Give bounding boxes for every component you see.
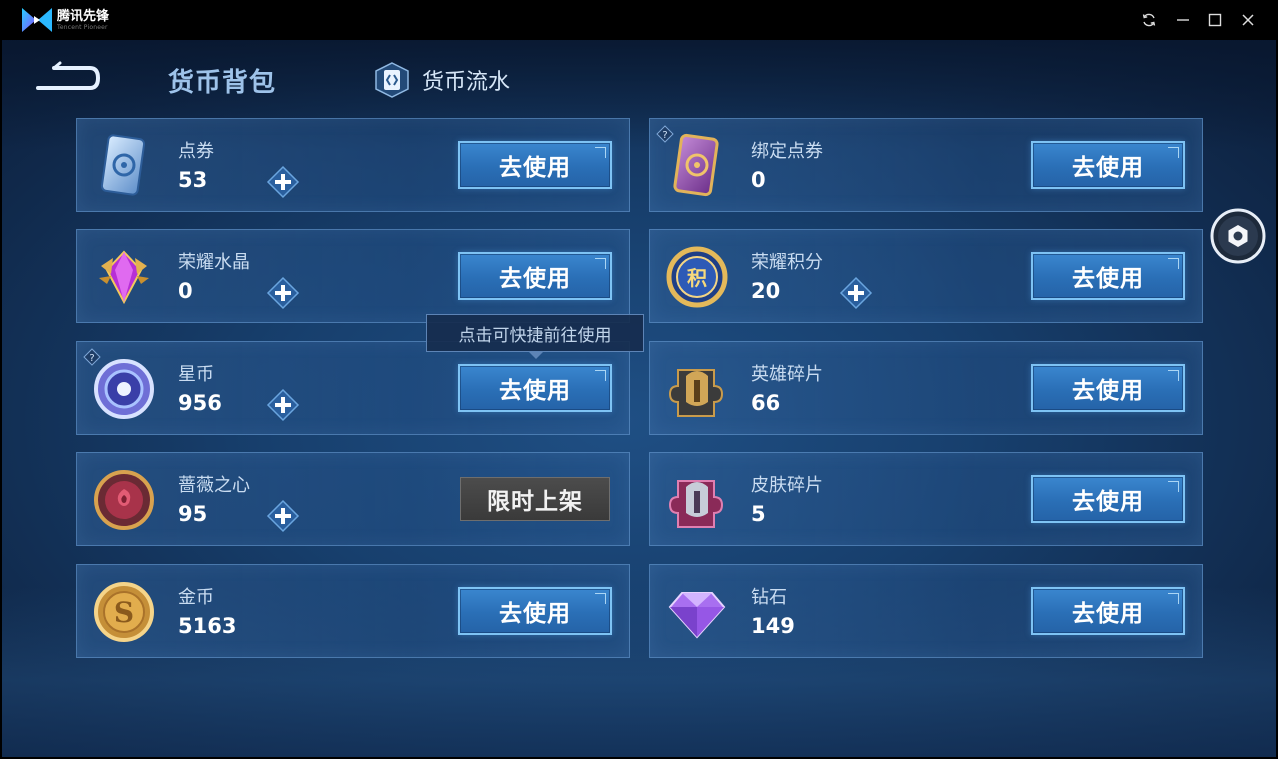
currency-amount: 53 [178,168,208,192]
currency-card: ? 绑定点券 0 去使用 [649,118,1203,212]
voucher-card-icon [91,133,157,199]
gold-coin-icon: S [91,579,157,645]
currency-card: 点券 53 去使用 [76,118,630,212]
currency-amount: 5163 [178,614,237,638]
currency-name: 英雄碎片 [751,364,823,385]
skin-fragment-icon [664,467,730,533]
currency-amount: 0 [751,168,766,192]
glory-points-icon: 积 [664,244,730,310]
currency-name: 星币 [178,364,214,385]
currency-card: 蔷薇之心 95 限时上架 [76,452,630,546]
add-currency-button[interactable] [266,276,300,310]
currency-name: 点券 [178,141,214,162]
add-currency-button[interactable] [266,499,300,533]
currency-card: 英雄碎片 66 去使用 [649,341,1203,435]
use-button[interactable]: 去使用 [1031,364,1185,412]
help-icon[interactable]: ? [83,348,101,366]
maximize-button[interactable] [1203,8,1227,32]
use-button[interactable]: 去使用 [1031,475,1185,523]
currency-card: 荣耀水晶 0 去使用 [76,229,630,323]
currency-name: 钻石 [751,587,787,608]
currency-amount: 5 [751,502,766,526]
currency-card: 钻石 149 去使用 [649,564,1203,658]
shortcut-tooltip: 点击可快捷前往使用 [426,314,644,359]
diamond-icon [664,579,730,645]
page-title: 货币背包 [168,68,277,98]
minimize-icon [1177,19,1189,21]
currency-card: 皮肤碎片 5 去使用 [649,452,1203,546]
use-button[interactable]: 去使用 [1031,587,1185,635]
currency-card: ? 星币 956 去使用 [76,341,630,435]
use-button[interactable]: 去使用 [458,364,612,412]
hero-fragment-icon [664,356,730,422]
use-button[interactable]: 去使用 [458,141,612,189]
add-currency-button[interactable] [266,165,300,199]
close-button[interactable] [1236,8,1260,32]
plus-icon [839,276,873,310]
currency-amount: 956 [178,391,222,415]
currency-amount: 0 [178,279,193,303]
close-icon [1242,14,1254,26]
app-name: 腾讯先锋 [57,9,110,24]
use-button[interactable]: 去使用 [1031,252,1185,300]
currency-amount: 66 [751,391,781,415]
svg-text:?: ? [89,353,94,364]
currency-name: 皮肤碎片 [751,475,823,496]
glory-crystal-icon [91,244,157,310]
plus-icon [266,388,300,422]
app-logo-icon [22,8,52,32]
app-subtitle: Tencent Pioneer [57,24,108,31]
back-button[interactable] [32,60,102,96]
currency-name: 蔷薇之心 [178,475,250,496]
currency-amount: 95 [178,502,208,526]
currency-name: 荣耀积分 [751,252,823,273]
currency-name: 荣耀水晶 [178,252,250,273]
use-button[interactable]: 去使用 [458,252,612,300]
currency-name: 绑定点券 [751,141,823,162]
refresh-icon [1142,13,1156,27]
currency-name: 金币 [178,587,214,608]
tab-currency-flow[interactable]: 货币流水 [372,62,510,98]
currency-card: S 金币 5163 去使用 [76,564,630,658]
use-button[interactable]: 去使用 [1031,141,1185,189]
window-titlebar: 腾讯先锋 Tencent Pioneer [0,0,1278,40]
rose-heart-icon [91,467,157,533]
floating-settings-button[interactable] [1210,208,1266,264]
currency-amount: 20 [751,279,781,303]
help-icon[interactable]: ? [656,125,674,143]
game-screen: 货币背包 货币流水 点券 53 去使用? 绑定点券 0 去使用 荣耀水晶 0 去使用积荣耀积分 2… [2,40,1276,757]
use-button[interactable]: 去使用 [458,587,612,635]
currency-card: 积 荣耀积分 20 去使用 [649,229,1203,323]
svg-text:积: 积 [687,266,707,290]
minimize-button[interactable] [1171,8,1195,32]
add-currency-button[interactable] [266,388,300,422]
plus-icon [266,165,300,199]
currency-amount: 149 [751,614,795,638]
refresh-button[interactable] [1137,8,1161,32]
svg-text:S: S [114,596,134,629]
add-currency-button[interactable] [839,276,873,310]
maximize-icon [1208,13,1222,27]
svg-text:?: ? [662,130,667,141]
currency-flow-icon [375,62,409,98]
plus-icon [266,276,300,310]
tab-currency-flow-label: 货币流水 [422,70,511,95]
limited-time-button: 限时上架 [460,477,610,521]
plus-icon [266,499,300,533]
